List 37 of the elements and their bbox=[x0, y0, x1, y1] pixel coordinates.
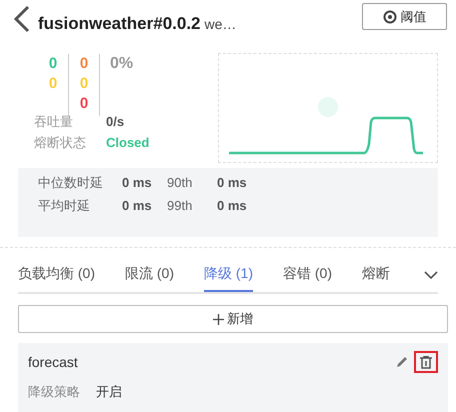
tab[interactable]: 限流 (0) bbox=[125, 256, 174, 292]
add-button[interactable]: 新增 bbox=[18, 305, 448, 333]
settings-icon bbox=[382, 10, 396, 24]
stat-value: 0/s bbox=[106, 113, 124, 132]
stat-label: 熔断状态 bbox=[34, 134, 87, 152]
count-value: 0 bbox=[48, 54, 58, 74]
service-title: fusionweather#0.0.2 bbox=[38, 13, 201, 35]
delete-button[interactable] bbox=[414, 351, 438, 373]
latency-label: 中位数时延 bbox=[38, 174, 104, 192]
tab[interactable]: 熔断 bbox=[362, 256, 390, 292]
latency-value: 0 ms bbox=[217, 197, 247, 216]
count-value: 0 bbox=[80, 74, 88, 94]
tab[interactable]: 负载均衡 (0) bbox=[18, 256, 95, 292]
tab[interactable]: 降级 (1) bbox=[204, 256, 253, 292]
percentile-label: 90th bbox=[167, 174, 194, 192]
percentile-label: 99th bbox=[167, 197, 194, 216]
count-value: 0 bbox=[80, 94, 88, 114]
plus-icon bbox=[213, 314, 224, 324]
percentage-value: 0% bbox=[110, 54, 134, 74]
count-value: 0 bbox=[80, 54, 88, 74]
threshold-button[interactable]: 阈值 bbox=[362, 3, 447, 30]
latency-value: 0 ms bbox=[122, 197, 153, 216]
count-value: 0 bbox=[48, 74, 58, 94]
stat-value: Closed bbox=[106, 134, 150, 152]
back-icon[interactable] bbox=[12, 5, 30, 33]
stat-label: 吞吐量 bbox=[34, 113, 74, 132]
latency-value: 0 ms bbox=[217, 174, 247, 192]
field-label: 降级策略 bbox=[28, 383, 81, 401]
rule-name: forecast bbox=[28, 352, 78, 372]
service-subtitle: we… bbox=[204, 15, 236, 34]
field-value: 开启 bbox=[96, 383, 122, 401]
chevron-down-icon[interactable] bbox=[424, 270, 438, 280]
edit-icon[interactable] bbox=[396, 356, 408, 368]
trash-icon bbox=[420, 356, 432, 368]
latency-label: 平均时延 bbox=[38, 197, 91, 216]
tab[interactable]: 容错 (0) bbox=[283, 256, 332, 292]
latency-value: 0 ms bbox=[122, 174, 153, 192]
